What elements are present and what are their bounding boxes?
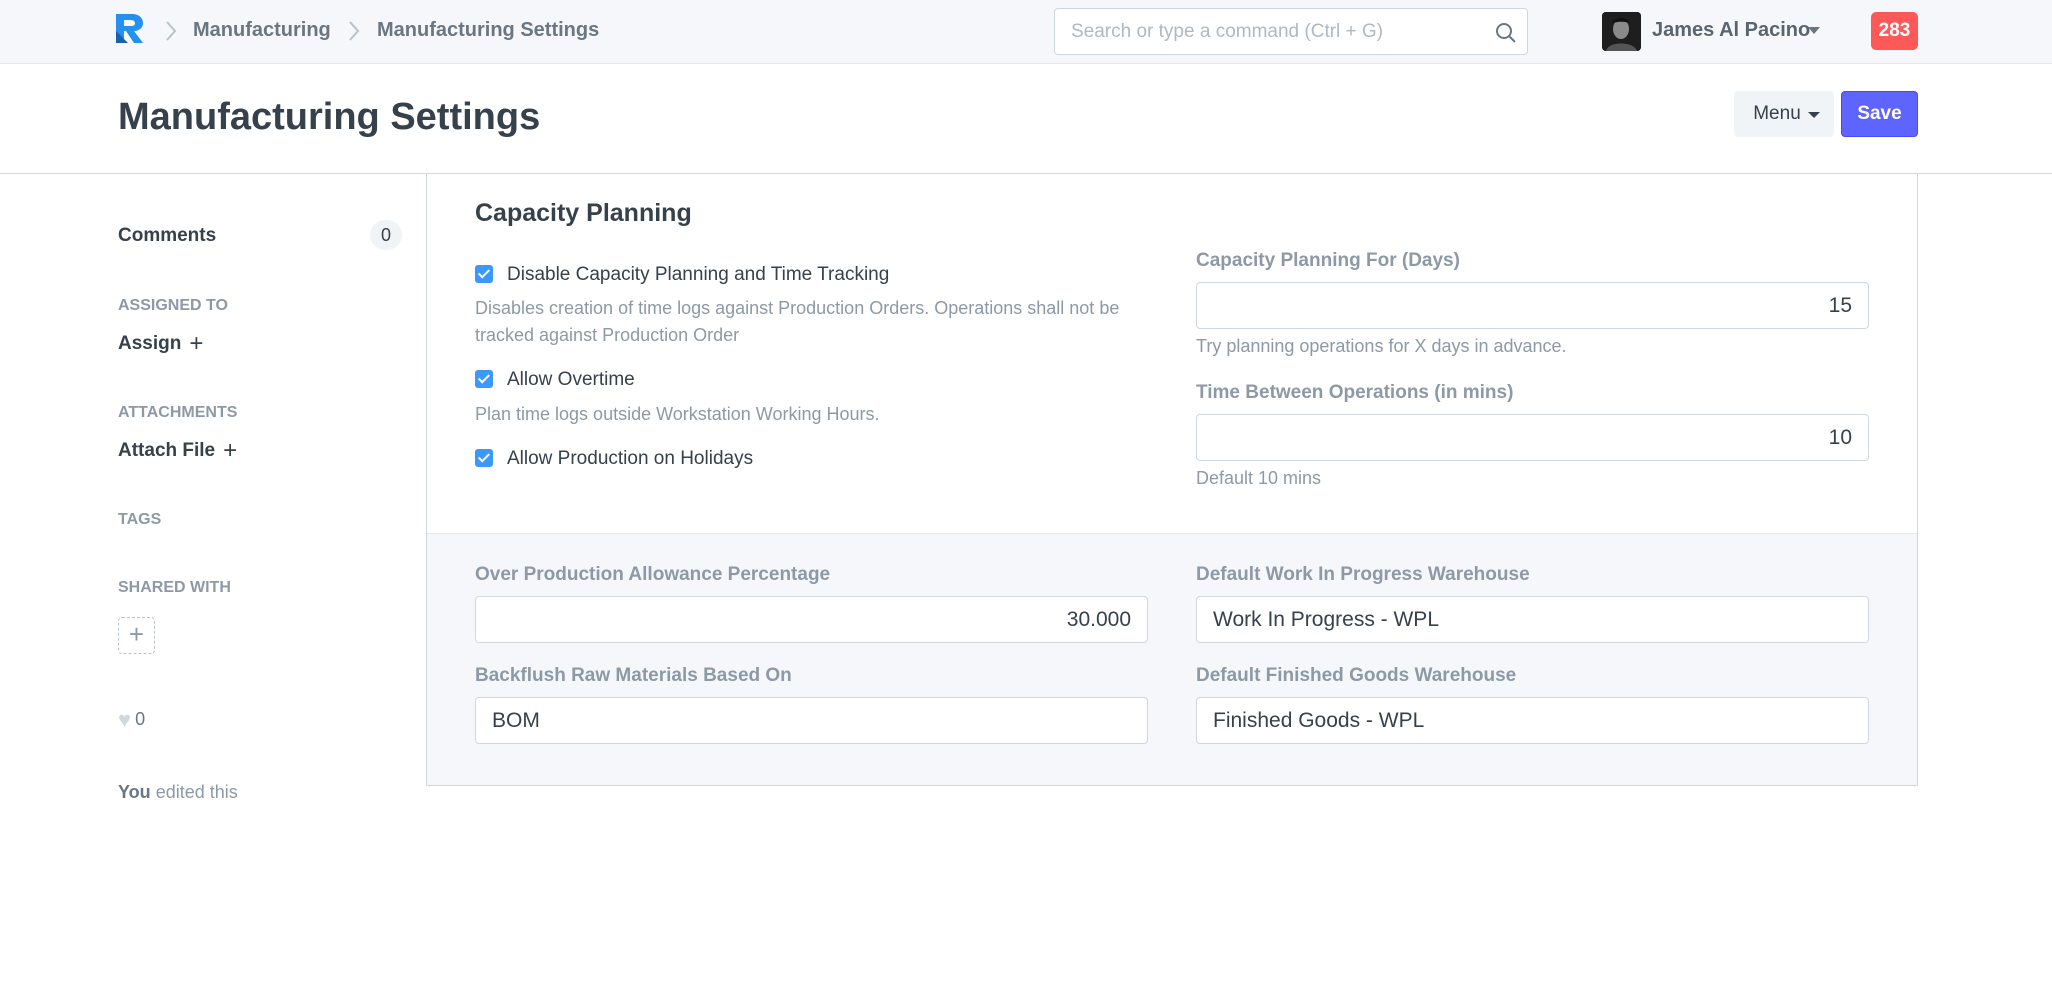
comments-count-badge: 0 — [370, 220, 402, 250]
activity-item: You edited this — [118, 782, 238, 803]
section-title: Capacity Planning — [475, 199, 692, 227]
warehouse-settings-section: Over Production Allowance Percentage 30.… — [427, 534, 1917, 785]
wip-warehouse-field[interactable]: Work In Progress - WPL — [1196, 596, 1869, 643]
chevron-down-icon[interactable] — [1808, 27, 1820, 34]
fg-warehouse-label: Default Finished Goods Warehouse — [1196, 665, 1517, 686]
likes-count: 0 — [135, 709, 146, 729]
checkbox-checked-icon[interactable] — [475, 265, 493, 283]
page-title: Manufacturing Settings — [118, 96, 541, 138]
breadcrumb-manufacturing-settings[interactable]: Manufacturing Settings — [377, 19, 599, 42]
capacity-days-field[interactable]: 15 — [1196, 282, 1869, 329]
add-share-button[interactable]: + — [118, 617, 155, 654]
menu-button-label: Menu — [1753, 103, 1801, 124]
plus-icon: + — [223, 437, 238, 464]
app-logo-icon[interactable] — [112, 10, 148, 46]
assign-label: Assign — [118, 333, 182, 354]
fg-warehouse-field[interactable]: Finished Goods - WPL — [1196, 697, 1869, 744]
checkbox-checked-icon[interactable] — [475, 370, 493, 388]
form-sidebar: Comments 0 ASSIGNED TO Assign + ATTACHMEN… — [118, 175, 408, 815]
over-production-field[interactable]: 30.000 — [475, 596, 1148, 643]
comments-link[interactable]: Comments — [118, 225, 216, 247]
wip-warehouse-label: Default Work In Progress Warehouse — [1196, 564, 1530, 585]
search-icon[interactable] — [1495, 22, 1517, 44]
checkbox-allow-production-on-holidays[interactable]: Allow Production on Holidays — [475, 448, 1175, 472]
chevron-down-icon — [1808, 112, 1820, 118]
checkbox-label: Allow Production on Holidays — [507, 448, 754, 469]
capacity-days-help: Try planning operations for X days in ad… — [1196, 336, 1567, 356]
avatar[interactable] — [1602, 12, 1641, 51]
checkbox-disable-capacity-planning[interactable]: Disable Capacity Planning and Time Track… — [475, 264, 1175, 288]
form-layout: Capacity Planning Disable Capacity Plann… — [426, 174, 1918, 786]
notification-badge[interactable]: 283 — [1871, 12, 1918, 50]
checkbox-help-text: Disables creation of time logs against P… — [475, 298, 1120, 345]
plus-icon: + — [189, 330, 204, 357]
tags-label: TAGS — [118, 511, 162, 528]
activity-actor: You — [118, 782, 151, 802]
breadcrumb-manufacturing[interactable]: Manufacturing — [193, 19, 331, 42]
time-between-operations-label: Time Between Operations (in mins) — [1196, 382, 1514, 403]
checkbox-checked-icon[interactable] — [475, 449, 493, 467]
chevron-right-icon — [349, 21, 360, 41]
like-button[interactable]: ♥ 0 — [118, 707, 145, 733]
backflush-select[interactable]: BOM — [475, 697, 1148, 744]
chevron-right-icon — [166, 21, 177, 41]
time-between-operations-field[interactable]: 10 — [1196, 414, 1869, 461]
activity-text: edited this — [155, 782, 238, 802]
checkbox-label: Disable Capacity Planning and Time Track… — [507, 264, 890, 285]
assign-button[interactable]: Assign + — [118, 330, 203, 358]
checkbox-help-text: Plan time logs outside Workstation Worki… — [475, 404, 880, 424]
heart-icon: ♥ — [118, 707, 132, 732]
over-production-label: Over Production Allowance Percentage — [475, 564, 831, 585]
navbar: Manufacturing Manufacturing Settings Sea… — [0, 0, 2052, 64]
user-menu[interactable]: James Al Pacino — [1652, 19, 1810, 42]
capacity-planning-section: Capacity Planning Disable Capacity Plann… — [427, 174, 1917, 534]
search-input[interactable]: Search or type a command (Ctrl + G) — [1054, 8, 1528, 55]
assigned-to-label: ASSIGNED TO — [118, 297, 228, 314]
save-button[interactable]: Save — [1841, 91, 1918, 137]
checkbox-allow-overtime[interactable]: Allow Overtime — [475, 369, 1175, 393]
capacity-days-label: Capacity Planning For (Days) — [1196, 250, 1460, 271]
backflush-label: Backflush Raw Materials Based On — [475, 665, 792, 686]
page-header: Manufacturing Settings Menu Save — [0, 65, 2052, 174]
attach-file-button[interactable]: Attach File + — [118, 437, 237, 465]
attach-file-label: Attach File — [118, 440, 216, 461]
attachments-label: ATTACHMENTS — [118, 404, 238, 421]
shared-with-label: SHARED WITH — [118, 579, 231, 596]
menu-button[interactable]: Menu — [1734, 91, 1834, 137]
checkbox-label: Allow Overtime — [507, 369, 635, 390]
search-placeholder: Search or type a command (Ctrl + G) — [1071, 21, 1384, 42]
time-between-operations-help: Default 10 mins — [1196, 468, 1322, 488]
